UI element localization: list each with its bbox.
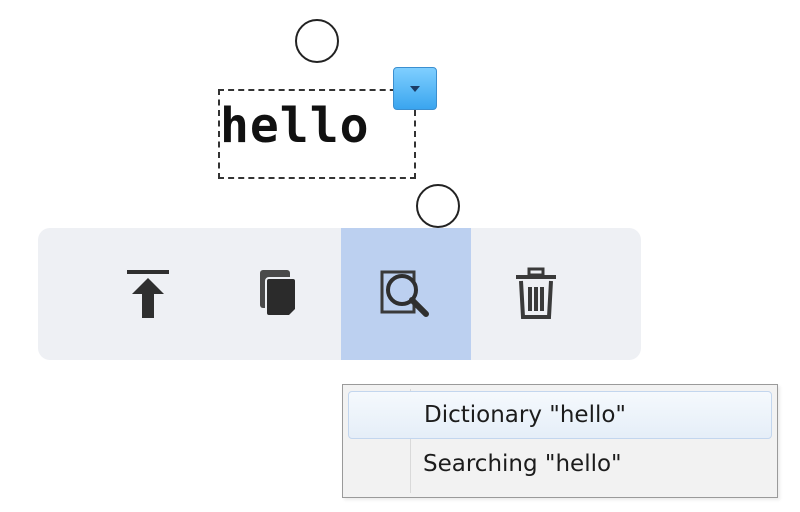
- arrow-to-top-icon: [127, 270, 169, 318]
- selection-toolbar: [38, 228, 641, 360]
- magnifier-icon: [380, 270, 429, 317]
- trash-icon: [516, 267, 556, 319]
- selection-start-handle[interactable]: [295, 19, 339, 63]
- delete-button[interactable]: [471, 228, 601, 360]
- selected-text: hello: [220, 98, 370, 154]
- selection-end-handle[interactable]: [416, 184, 460, 228]
- move-to-top-button[interactable]: [83, 228, 213, 360]
- copy-icon: [260, 270, 297, 317]
- menu-item-dictionary[interactable]: Dictionary "hello": [348, 391, 772, 439]
- search-button[interactable]: [341, 228, 471, 360]
- context-menu: Dictionary "hello" Searching "hello": [342, 384, 778, 498]
- chevron-down-icon: [410, 85, 420, 92]
- selection-dropdown-button[interactable]: [393, 67, 437, 110]
- copy-button[interactable]: [213, 228, 343, 360]
- menu-item-searching[interactable]: Searching "hello": [348, 441, 772, 489]
